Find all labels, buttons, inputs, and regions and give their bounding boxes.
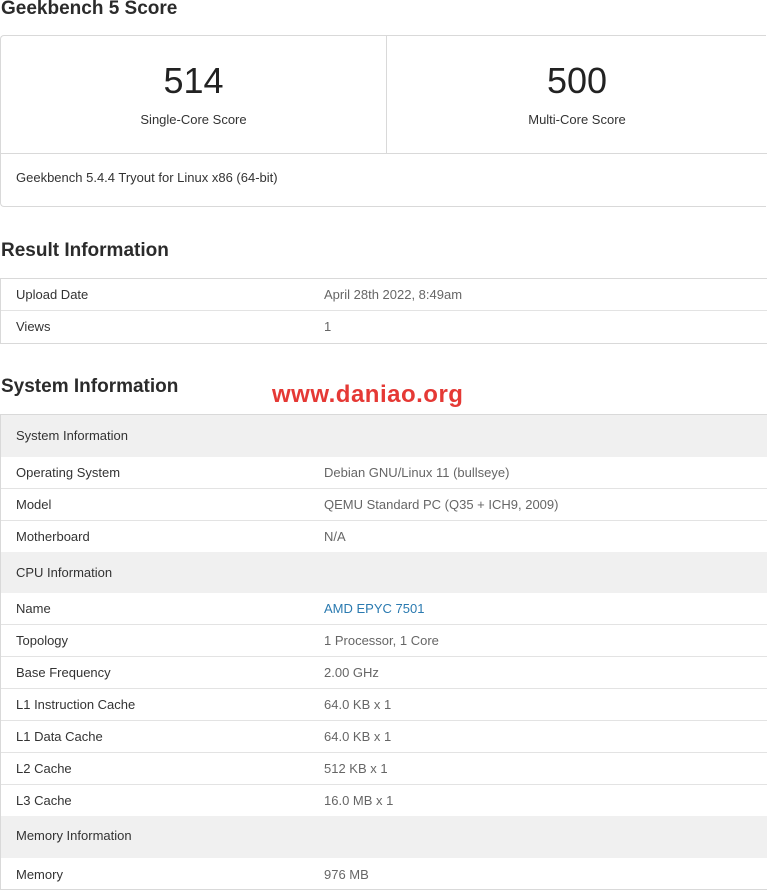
row-key: Model [16,497,52,512]
table-row: Base Frequency 2.00 GHz [1,657,767,689]
row-value: Debian GNU/Linux 11 (bullseye) [324,465,510,480]
row-value: April 28th 2022, 8:49am [324,287,463,302]
result-info-title: Result Information [1,240,169,261]
section-header-system: System Information [1,415,767,457]
row-value: QEMU Standard PC (Q35 + ICH9, 2009) [324,497,559,512]
row-key: Name [16,601,51,616]
row-key: Topology [16,633,69,648]
row-value: 512 KB x 1 [324,761,388,776]
row-key: Base Frequency [16,665,111,680]
table-row: Memory 976 MB [1,858,767,889]
row-key: Motherboard [16,529,90,544]
single-core-score: 514 [163,60,224,101]
row-value: 1 [324,319,332,334]
row-value: 16.0 MB x 1 [324,793,394,808]
section-header-label: Memory Information [16,828,132,843]
score-title: Geekbench 5 Score [1,0,178,19]
score-card: 514 Single-Core Score 500 Multi-Core Sco… [0,35,767,207]
multi-core-cell: 500 Multi-Core Score [387,36,767,153]
row-value: N/A [324,529,346,544]
row-value: 64.0 KB x 1 [324,729,392,744]
row-key: L2 Cache [16,761,72,776]
multi-core-score: 500 [546,60,608,101]
cpu-name-link[interactable]: AMD EPYC 7501 [324,601,424,616]
table-row: L2 Cache 512 KB x 1 [1,753,767,785]
system-info-title: System Information [1,376,179,397]
single-core-label: Single-Core Score [140,112,247,127]
table-row: L1 Data Cache 64.0 KB x 1 [1,721,767,753]
divider [1,153,767,154]
table-row: Motherboard N/A [1,521,767,552]
row-value: 2.00 GHz [324,665,379,680]
row-value: 1 Processor, 1 Core [324,633,439,648]
system-info-table: System Information Operating System Debi… [0,414,767,890]
single-core-cell: 514 Single-Core Score [1,36,387,153]
table-row: Upload Date April 28th 2022, 8:49am [1,279,767,311]
row-key: L3 Cache [16,793,72,808]
table-row: L3 Cache 16.0 MB x 1 [1,785,767,816]
row-key: Operating System [16,465,121,480]
multi-core-label: Multi-Core Score [528,112,626,127]
geekbench-version: Geekbench 5.4.4 Tryout for Linux x86 (64… [16,170,278,185]
table-row: Topology 1 Processor, 1 Core [1,625,767,657]
table-row: Model QEMU Standard PC (Q35 + ICH9, 2009… [1,489,767,521]
watermark-text: www.daniao.org [272,381,464,408]
row-value: 64.0 KB x 1 [324,697,392,712]
row-key: Views [16,319,51,334]
table-row: L1 Instruction Cache 64.0 KB x 1 [1,689,767,721]
section-header-memory: Memory Information [1,816,767,858]
section-header-label: CPU Information [16,565,113,580]
table-row: Operating System Debian GNU/Linux 11 (bu… [1,457,767,489]
table-row: Views 1 [1,311,767,343]
section-header-label: System Information [16,428,128,443]
section-header-cpu: CPU Information [1,552,767,593]
row-value: 976 MB [324,867,369,882]
table-row: Name AMD EPYC 7501 [1,593,767,625]
row-key: L1 Instruction Cache [16,697,136,712]
row-key: Upload Date [16,287,89,302]
row-key: Memory [16,867,63,882]
result-info-table: Upload Date April 28th 2022, 8:49am View… [0,278,767,344]
row-key: L1 Data Cache [16,729,103,744]
